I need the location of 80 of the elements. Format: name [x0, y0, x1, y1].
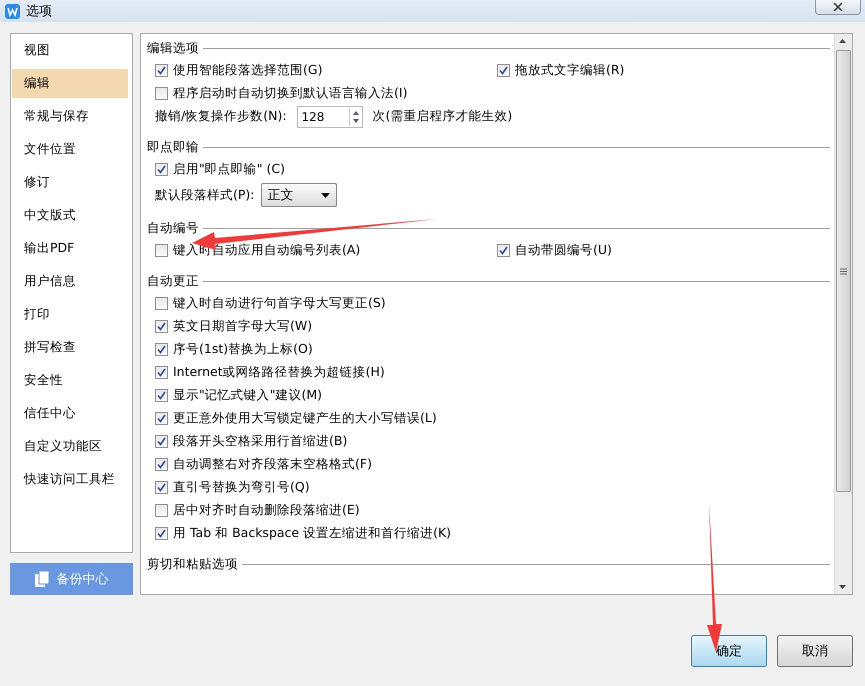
check-icon	[157, 414, 166, 423]
category-item[interactable]: 自定义功能区	[12, 432, 128, 461]
category-item[interactable]: 中文版式	[12, 201, 128, 230]
category-item[interactable]: 修订	[12, 168, 128, 197]
check-icon	[157, 529, 166, 538]
checkbox[interactable]	[155, 412, 168, 425]
section-heading: 编辑选项	[147, 40, 199, 56]
category-item[interactable]: 输出PDF	[12, 234, 128, 263]
close-button[interactable]	[815, 0, 861, 15]
category-item[interactable]: 拼写检查	[12, 333, 128, 362]
check-icon	[157, 165, 166, 174]
field-label: 次(需重启程序才能生效)	[372, 108, 512, 125]
check-icon	[157, 368, 166, 377]
document-icon	[34, 570, 48, 587]
checkbox[interactable]	[155, 343, 168, 356]
close-icon	[833, 3, 843, 11]
option-checkbox[interactable]: Internet或网络路径替换为超链接(H)	[155, 364, 491, 381]
grip-icon	[840, 268, 847, 274]
checkbox[interactable]	[155, 527, 168, 540]
checkbox[interactable]	[497, 244, 510, 257]
check-icon	[157, 460, 166, 469]
checkbox[interactable]	[155, 504, 168, 517]
checkbox[interactable]	[155, 458, 168, 471]
checkbox[interactable]	[155, 389, 168, 402]
checkbox[interactable]	[155, 366, 168, 379]
option-checkbox[interactable]: 拖放式文字编辑(R)	[497, 62, 833, 79]
option-checkbox[interactable]: 显示"记忆式键入"建议(M)	[155, 387, 491, 404]
option-checkbox[interactable]: 程序启动时自动切换到默认语言输入法(I)	[155, 85, 491, 102]
option-checkbox[interactable]: 直引号替换为弯引号(Q)	[155, 479, 491, 496]
scrollbar[interactable]	[834, 34, 852, 594]
option-checkbox[interactable]: 序号(1st)替换为上标(O)	[155, 341, 491, 358]
check-icon	[157, 66, 166, 75]
section-heading: 即点即输	[147, 138, 199, 156]
check-icon	[499, 66, 508, 75]
number-spinner[interactable]: 128	[296, 106, 363, 128]
check-icon	[157, 483, 166, 492]
category-item[interactable]: 用户信息	[12, 267, 128, 296]
check-icon	[499, 246, 508, 255]
option-checkbox[interactable]: 英文日期首字母大写(W)	[155, 318, 491, 335]
checkbox[interactable]	[155, 87, 168, 100]
dialog-button[interactable]: 确定	[691, 635, 767, 667]
check-icon	[157, 345, 166, 354]
checkbox[interactable]	[155, 163, 168, 176]
checkbox[interactable]	[155, 297, 168, 310]
option-checkbox[interactable]: 自动带圆编号(U)	[497, 242, 833, 259]
option-checkbox[interactable]: 居中对齐时自动删除段落缩进(E)	[155, 502, 491, 519]
style-dropdown[interactable]: 正文	[260, 183, 337, 207]
option-checkbox[interactable]: 更正意外使用大写锁定键产生的大小写错误(L)	[155, 410, 491, 427]
caret-icon	[320, 192, 330, 198]
option-checkbox[interactable]: 自动调整右对齐段落末空格格式(F)	[155, 456, 491, 473]
check-icon	[157, 437, 166, 446]
section-heading: 自动更正	[147, 272, 199, 290]
window-title: 选项	[26, 3, 52, 20]
category-item[interactable]: 安全性	[12, 366, 128, 395]
category-item[interactable]: 快速访问工具栏	[12, 465, 128, 494]
check-icon	[157, 391, 166, 400]
checkbox[interactable]	[155, 481, 168, 494]
option-checkbox[interactable]: 启用"即点即输" (C)	[155, 161, 491, 178]
checkbox[interactable]	[155, 320, 168, 333]
category-item[interactable]: 信任中心	[12, 399, 128, 428]
category-item[interactable]: 常规与保存	[12, 102, 128, 131]
option-checkbox[interactable]: 段落开头空格采用行首缩进(B)	[155, 433, 491, 450]
category-item[interactable]: 视图	[12, 36, 128, 65]
checkbox[interactable]	[155, 244, 168, 257]
checkbox[interactable]	[155, 64, 168, 77]
checkbox[interactable]	[155, 435, 168, 448]
option-checkbox[interactable]: 使用智能段落选择范围(G)	[155, 62, 491, 79]
dialog-button[interactable]: 取消	[777, 635, 853, 667]
option-checkbox[interactable]: 用 Tab 和 Backspace 设置左缩进和首行缩进(K)	[155, 525, 491, 542]
field-label: 撤销/恢复操作步数(N):	[155, 108, 287, 125]
check-icon	[157, 322, 166, 331]
section-heading: 剪切和粘贴选项	[147, 556, 238, 572]
category-item[interactable]: 打印	[12, 300, 128, 329]
category-item[interactable]: 编辑	[12, 69, 128, 98]
field-label: 默认段落样式(P):	[155, 186, 255, 204]
section-heading: 自动编号	[147, 220, 199, 236]
category-item[interactable]: 文件位置	[12, 135, 128, 164]
option-checkbox[interactable]: 键入时自动进行句首字母大写更正(S)	[155, 295, 491, 312]
app-logo-icon	[5, 4, 20, 18]
checkbox[interactable]	[497, 64, 510, 77]
